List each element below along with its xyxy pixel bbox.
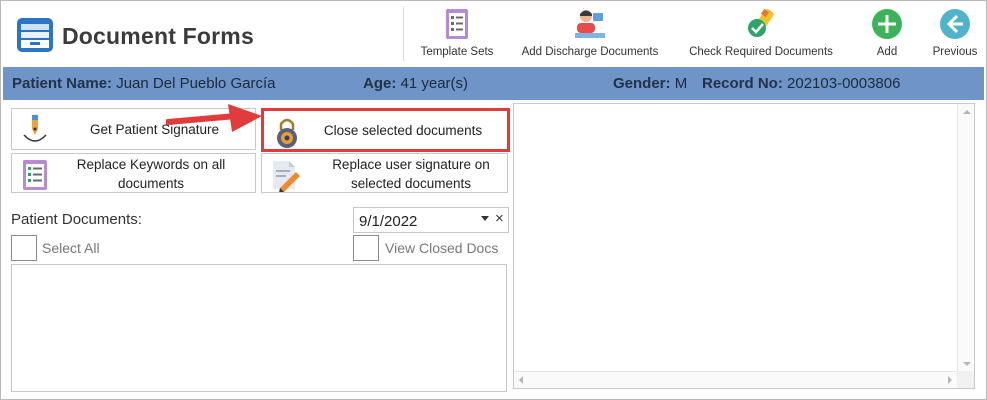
toolbar-divider [403, 7, 404, 61]
patient-age-value: 41 year(s) [400, 75, 469, 92]
replace-user-signature-label: Replace user signature on selected docum… [304, 155, 518, 193]
patient-gender-value: M [674, 75, 688, 92]
view-closed-docs-checkbox[interactable] [353, 235, 379, 261]
horizontal-scrollbar[interactable] [514, 371, 958, 388]
template-sets-label: Template Sets [420, 46, 494, 58]
checkmark-badge-icon [748, 8, 774, 37]
select-all-checkbox[interactable] [11, 235, 37, 261]
vertical-scrollbar[interactable] [957, 104, 974, 372]
template-sets-button[interactable]: Template Sets [415, 7, 499, 58]
select-all-label: Select All [42, 240, 100, 256]
scrollbar-corner [957, 371, 974, 388]
patient-age-label: Age: [363, 75, 397, 92]
add-discharge-documents-label: Add Discharge Documents [521, 46, 659, 58]
patient-gender: Gender: M [613, 75, 687, 92]
scroll-down-icon[interactable] [963, 362, 971, 366]
patient-age: Age: 41 year(s) [363, 75, 468, 92]
add-discharge-documents-button[interactable]: Add Discharge Documents [517, 7, 663, 58]
pen-signature-icon [23, 115, 47, 142]
document-viewer[interactable] [513, 103, 975, 389]
patient-documents-list[interactable] [11, 264, 507, 392]
patient-discharge-icon [575, 10, 605, 38]
replace-keywords-button[interactable]: Replace Keywords on all documents [11, 153, 256, 193]
scroll-right-icon[interactable] [948, 376, 952, 384]
replace-user-signature-line-1: Replace user signature on [332, 157, 490, 172]
red-arrow-annotation [166, 104, 262, 132]
document-pencil-icon [273, 161, 300, 192]
close-icon[interactable]: × [495, 210, 504, 227]
chevron-down-icon[interactable] [481, 216, 489, 221]
select-all-row: Select All [11, 235, 131, 261]
replace-keywords-line-2: documents [117, 176, 185, 191]
view-closed-docs-label: View Closed Docs [385, 240, 499, 256]
scroll-left-icon[interactable] [519, 376, 523, 384]
previous-button[interactable]: Previous [929, 7, 981, 58]
patient-gender-label: Gender: [613, 75, 671, 92]
document-forms-window: Document Forms Template Sets Add Dischar… [0, 0, 987, 400]
header: Document Forms Template Sets Add Dischar… [1, 1, 986, 67]
plus-circle-icon [872, 9, 902, 39]
document-tray-icon [17, 18, 53, 52]
patient-record-label: Record No: [702, 75, 783, 92]
check-required-documents-button[interactable]: Check Required Documents [685, 7, 837, 58]
replace-user-signature-line-2: selected documents [350, 176, 472, 191]
view-closed-docs-row: View Closed Docs [353, 235, 503, 261]
patient-name: Patient Name: Juan Del Pueblo García [12, 75, 275, 92]
replace-keywords-label: Replace Keywords on all documents [52, 155, 250, 193]
date-picker[interactable]: 9/1/2022 × [353, 207, 509, 233]
arrow-left-circle-icon [940, 9, 970, 39]
patient-record: Record No: 202103-0003806 [702, 75, 900, 92]
check-required-documents-label: Check Required Documents [689, 46, 833, 58]
replace-keywords-line-1: Replace Keywords on all [76, 157, 226, 172]
highlight-box [261, 108, 510, 152]
replace-user-signature-button[interactable]: Replace user signature on selected docum… [261, 153, 508, 193]
patient-name-label: Patient Name: [12, 75, 113, 92]
date-value: 9/1/2022 [359, 213, 418, 230]
clipboard-list-icon [23, 160, 47, 190]
add-button[interactable]: Add [867, 7, 907, 58]
patient-name-value: Juan Del Pueblo García [116, 75, 276, 92]
add-label: Add [876, 46, 898, 58]
patient-documents-label: Patient Documents: [11, 211, 142, 228]
patient-info-bar: Patient Name: Juan Del Pueblo García Age… [3, 67, 984, 100]
previous-label: Previous [932, 46, 978, 58]
scroll-up-icon[interactable] [963, 110, 971, 114]
clipboard-list-icon [446, 9, 468, 39]
patient-record-value: 202103-0003806 [787, 75, 901, 92]
app-title: Document Forms [62, 23, 254, 49]
